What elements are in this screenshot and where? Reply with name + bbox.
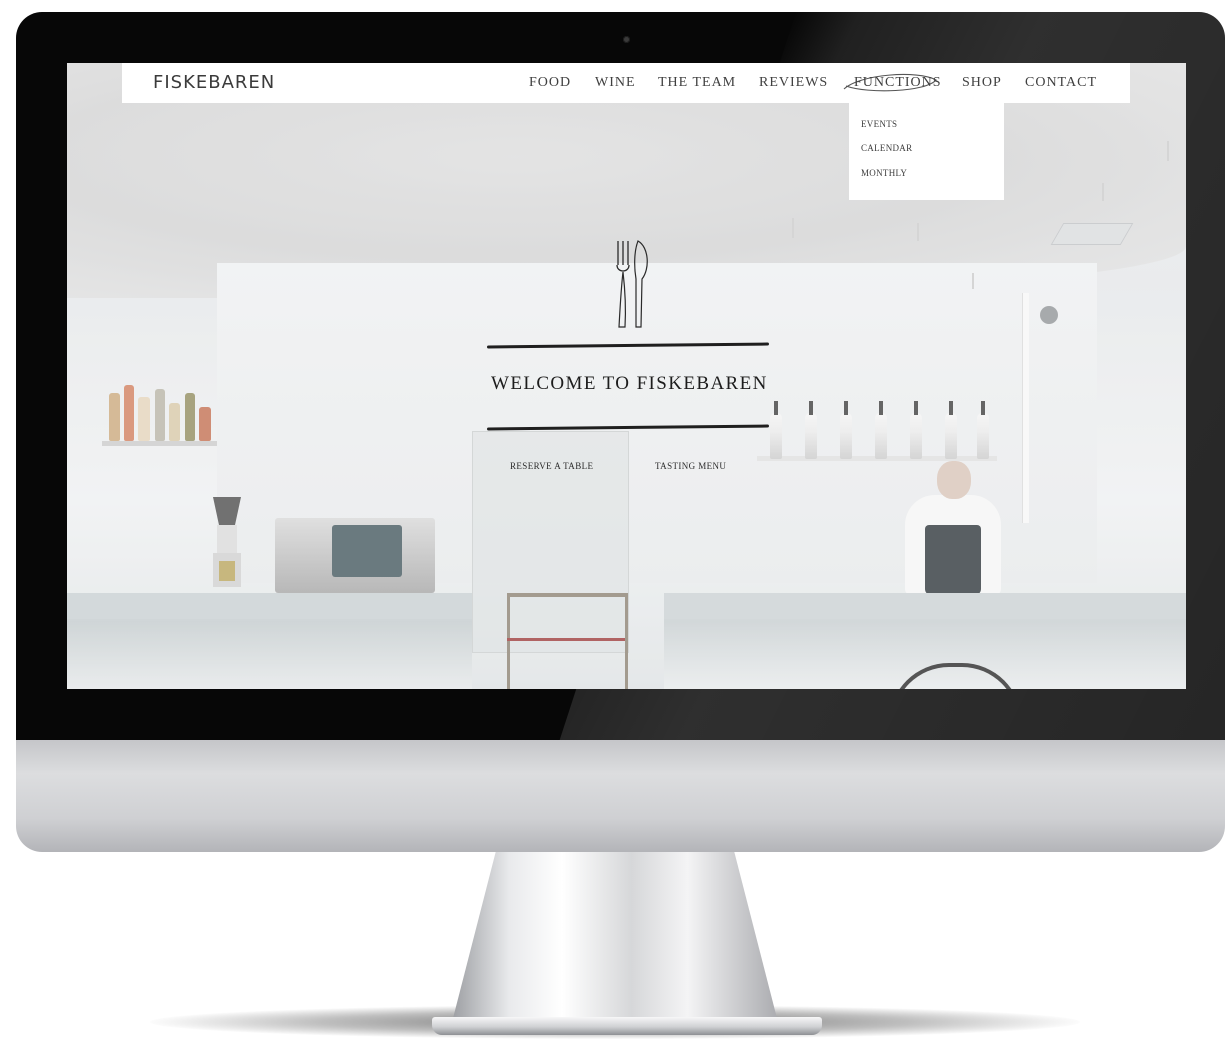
- nav-item-functions[interactable]: FUNCTIONS: [854, 75, 942, 91]
- nav-item-shop[interactable]: SHOP: [962, 75, 1002, 91]
- navigation-bar: FISKEBAREN FOOD WINE THE TEAM REVIEWS FU…: [122, 63, 1130, 103]
- reserve-table-button[interactable]: RESERVE A TABLE: [510, 461, 593, 471]
- tasting-menu-button[interactable]: TASTING MENU: [655, 461, 726, 471]
- monitor-stand: [450, 850, 780, 1030]
- cutlery-icon: [616, 240, 648, 328]
- monitor-stand-base: [432, 1017, 822, 1035]
- nav-item-contact[interactable]: CONTACT: [1025, 75, 1097, 91]
- monitor-chin: [16, 740, 1225, 852]
- nav-item-food[interactable]: FOOD: [529, 75, 571, 91]
- dropdown-item-monthly[interactable]: MONTHLY: [861, 168, 907, 178]
- site-logo[interactable]: FISKEBAREN: [153, 72, 275, 93]
- nav-item-reviews[interactable]: REVIEWS: [759, 75, 828, 91]
- camera-icon: [623, 36, 630, 43]
- hero-title: WELCOME TO FISKEBAREN: [491, 373, 768, 394]
- functions-dropdown: EVENTS CALENDAR MONTHLY: [849, 103, 1004, 200]
- dropdown-item-events[interactable]: EVENTS: [861, 119, 897, 129]
- dropdown-item-calendar[interactable]: CALENDAR: [861, 143, 912, 153]
- nav-item-wine[interactable]: WINE: [595, 75, 636, 91]
- nav-item-the-team[interactable]: THE TEAM: [658, 75, 736, 91]
- website-screen: FISKEBAREN FOOD WINE THE TEAM REVIEWS FU…: [67, 63, 1186, 689]
